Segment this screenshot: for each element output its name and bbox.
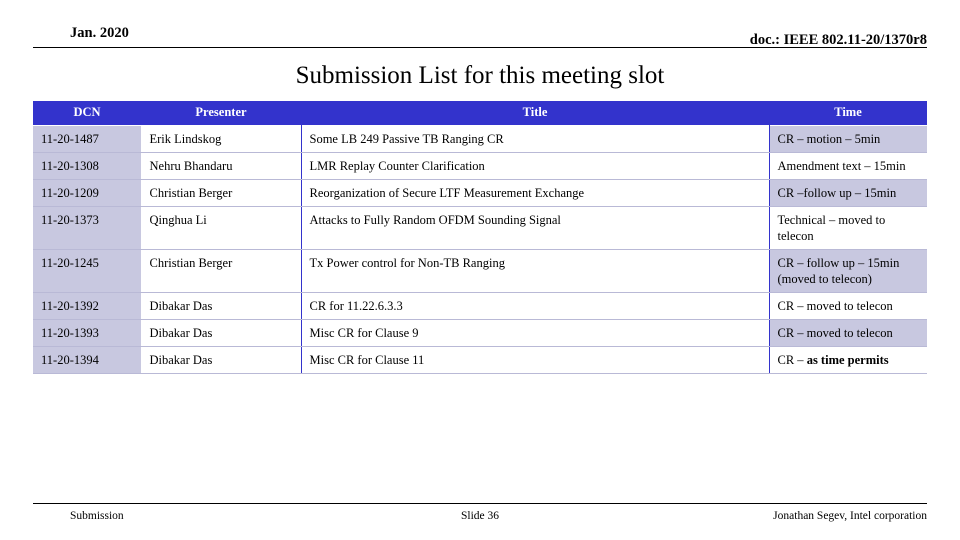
column-header-presenter: Presenter — [141, 101, 301, 126]
column-header-time: Time — [769, 101, 927, 126]
table-row: 11-20-1245 Christian Berger Tx Power con… — [33, 249, 927, 293]
cell-dcn: 11-20-1373 — [33, 206, 142, 250]
cell-title: Some LB 249 Passive TB Ranging CR — [301, 125, 770, 153]
slide: Jan. 2020 doc.: IEEE 802.11-20/1370r8 Su… — [0, 0, 960, 540]
slide-header: Jan. 2020 doc.: IEEE 802.11-20/1370r8 — [33, 25, 927, 53]
cell-dcn: 11-20-1393 — [33, 319, 142, 347]
cell-dcn: 11-20-1245 — [33, 249, 142, 293]
cell-presenter: Dibakar Das — [141, 292, 302, 320]
table-row: 11-20-1392 Dibakar Das CR for 11.22.6.3.… — [33, 292, 927, 320]
cell-title: CR for 11.22.6.3.3 — [301, 292, 770, 320]
cell-title: LMR Replay Counter Clarification — [301, 152, 770, 180]
table-row: 11-20-1308 Nehru Bhandaru LMR Replay Cou… — [33, 152, 927, 180]
footer-divider — [33, 503, 927, 504]
header-date: Jan. 2020 — [70, 25, 129, 41]
table-row: 11-20-1373 Qinghua Li Attacks to Fully R… — [33, 206, 927, 250]
cell-dcn: 11-20-1308 — [33, 152, 142, 180]
cell-presenter: Dibakar Das — [141, 319, 302, 347]
table-row: 11-20-1394 Dibakar Das Misc CR for Claus… — [33, 346, 927, 374]
cell-title: Reorganization of Secure LTF Measurement… — [301, 179, 770, 207]
header-divider — [33, 47, 927, 48]
column-header-title: Title — [301, 101, 769, 126]
table-row: 11-20-1487 Erik Lindskog Some LB 249 Pas… — [33, 125, 927, 153]
cell-presenter: Christian Berger — [141, 179, 302, 207]
cell-dcn: 11-20-1487 — [33, 125, 142, 153]
cell-presenter: Christian Berger — [141, 249, 302, 293]
page-title: Submission List for this meeting slot — [295, 62, 665, 89]
cell-title: Misc CR for Clause 11 — [301, 346, 770, 374]
cell-time: Technical – moved to telecon — [769, 206, 927, 250]
column-header-dcn: DCN — [33, 101, 141, 126]
cell-presenter: Dibakar Das — [141, 346, 302, 374]
footer-author: Jonathan Segev, Intel corporation — [773, 510, 927, 522]
cell-presenter: Nehru Bhandaru — [141, 152, 302, 180]
table-row: 11-20-1209 Christian Berger Reorganizati… — [33, 179, 927, 207]
cell-time: CR – follow up – 15min (moved to telecon… — [769, 249, 927, 293]
cell-dcn: 11-20-1392 — [33, 292, 142, 320]
cell-title: Misc CR for Clause 9 — [301, 319, 770, 347]
cell-title: Attacks to Fully Random OFDM Sounding Si… — [301, 206, 770, 250]
table-row: 11-20-1393 Dibakar Das Misc CR for Claus… — [33, 319, 927, 347]
cell-time: Amendment text – 15min — [769, 152, 927, 180]
cell-time: CR –follow up – 15min — [769, 179, 927, 207]
cell-presenter: Qinghua Li — [141, 206, 302, 250]
cell-time: CR – moved to telecon — [769, 319, 927, 347]
cell-presenter: Erik Lindskog — [141, 125, 302, 153]
cell-time-text: CR – — [777, 353, 807, 367]
cell-time: CR – as time permits — [769, 346, 927, 374]
cell-time: CR – moved to telecon — [769, 292, 927, 320]
table-header-row: DCN Presenter Title Time — [33, 101, 927, 126]
cell-title: Tx Power control for Non-TB Ranging — [301, 249, 770, 293]
cell-time: CR – motion – 5min — [769, 125, 927, 153]
submission-list-table: DCN Presenter Title Time 11-20-1487 Erik… — [33, 101, 927, 374]
cell-time-emphasis: as time permits — [806, 353, 889, 367]
cell-dcn: 11-20-1394 — [33, 346, 142, 374]
cell-dcn: 11-20-1209 — [33, 179, 142, 207]
